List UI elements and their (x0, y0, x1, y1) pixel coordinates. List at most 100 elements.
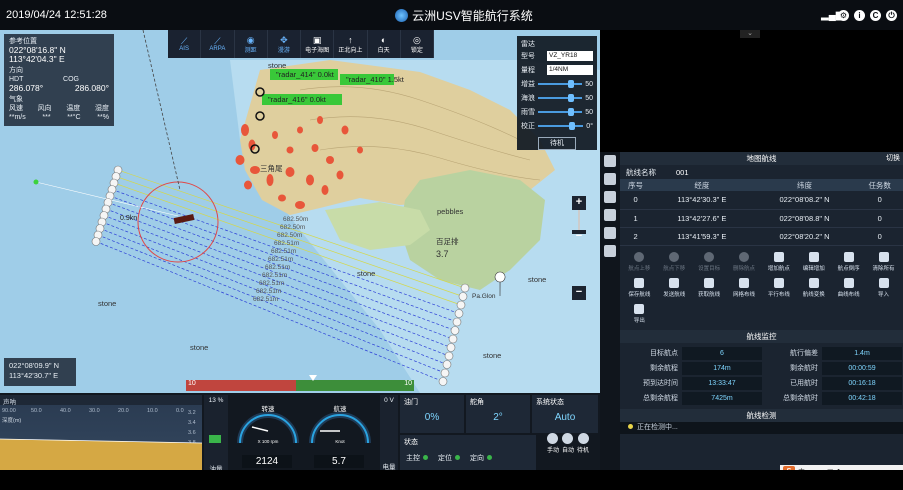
state-list: 主控 定位 定向 (400, 449, 536, 467)
toolbar-ranging-button[interactable]: ◉ 测距 (235, 30, 268, 58)
toggle-button[interactable]: 切换 (886, 152, 900, 165)
column-header: 纬度 (752, 179, 857, 191)
route-action-button[interactable]: 获取航线 (692, 276, 727, 300)
monitor-value: 7425m (682, 391, 762, 405)
slider-track[interactable] (538, 108, 583, 116)
route-icon[interactable] (604, 173, 616, 185)
toolbar-day-mode-button[interactable]: ◐ 白天 (368, 30, 401, 58)
table-row[interactable]: 2 113°41'59.3" E 022°08'20.2" N0 (620, 227, 903, 246)
zoom-out-button[interactable]: − (572, 286, 586, 300)
slider-handle[interactable] (569, 122, 576, 130)
radar-panel: 雷达 型号 VZ_YR18 量程 1/4NM 增益 50 海浪 50 雨雪 50 校正 0° 待机 (517, 36, 597, 150)
segment-distance: 682.51m (271, 248, 296, 255)
action-icon (878, 251, 889, 262)
action-icon (808, 251, 819, 262)
seabed-profile (0, 439, 202, 470)
route-action-button: 航点下移 (657, 250, 692, 274)
standby-button[interactable]: 待机 (538, 137, 576, 150)
slider-track[interactable] (538, 122, 584, 130)
route-name-value[interactable]: 001 (676, 168, 689, 177)
slider-track[interactable] (538, 94, 583, 102)
info-icon[interactable]: i (854, 9, 865, 21)
table-row[interactable]: 0 113°42'30.3" E 022°08'08.2" N0 (620, 191, 903, 210)
slider-handle[interactable] (568, 108, 575, 116)
rpm-gauge: 转速 X 100 rpm 2124 (230, 395, 306, 470)
system-value: Auto (554, 412, 576, 423)
route-action-button[interactable]: 保存航线 (622, 276, 657, 300)
auto-mode-button[interactable]: 自动 (562, 433, 574, 469)
toolbar-label: ARPA (209, 46, 226, 52)
radar-echo (241, 124, 249, 136)
waypoint-marker (448, 334, 458, 344)
radar-echo (321, 185, 329, 195)
route-action-button: 设置目标 (692, 250, 727, 274)
toolbar-pan-button[interactable]: ✥ 漫游 (268, 30, 301, 58)
route-action-button[interactable]: 平行布线 (762, 276, 797, 300)
chart-label: stone (98, 299, 116, 308)
chart-label: 三角尾 (260, 163, 283, 173)
slider-label: 海浪 (521, 95, 535, 102)
route-action-button[interactable]: 曲线布线 (831, 276, 866, 300)
table-row[interactable]: 1 113°42'27.6" E 022°08'08.8" N0 (620, 209, 903, 228)
camera-icon[interactable] (604, 209, 616, 221)
action-icon (634, 251, 645, 262)
route-action-button[interactable]: 网格布线 (727, 276, 762, 300)
zoom-track[interactable] (572, 210, 586, 230)
boat-speed: 0.9kn (120, 215, 137, 222)
chart-label: stone (528, 275, 546, 284)
speed-title: 航速 (334, 404, 348, 413)
route-panel-title: 地图航线 (746, 154, 777, 163)
route-action-button[interactable]: 航线变换 (796, 276, 831, 300)
route-action-button[interactable]: 导入 (866, 276, 901, 300)
action-icon (843, 277, 854, 288)
sonar-range-tick: 30.0 (89, 408, 100, 414)
target-label: "radar_414" 0.0kt (276, 70, 335, 79)
sonar-range-tick: 40.0 (60, 408, 71, 414)
route-action-button[interactable]: 清除所有 (866, 250, 901, 274)
edit-icon[interactable] (604, 155, 616, 167)
slider-handle[interactable] (568, 94, 575, 102)
copyright-icon[interactable]: C (870, 9, 881, 21)
toolbar-arpa-button[interactable]: ⟋ ARPA (201, 30, 235, 58)
nautical-chart[interactable]: "radar_414" 0.0kt "radar_410" 1.5kt "rad… (0, 30, 600, 393)
monitor-grid: 目标航点 6 航行偏差 1.4m 剩余航程 174m 剩余航时 00:00:59 预到达时间 13… (620, 343, 903, 409)
layers-icon[interactable] (604, 191, 616, 203)
power-icon[interactable]: ⏻ (886, 9, 897, 21)
toolbar-chart-button[interactable]: ▣ 电子海图 (301, 30, 335, 58)
action-icon (634, 277, 645, 288)
toolbar-ais-button[interactable]: ⟋ AIS (168, 30, 202, 58)
manual-mode-button[interactable]: 手动 (547, 433, 559, 469)
slider-track[interactable] (538, 80, 583, 88)
target-icon[interactable] (604, 227, 616, 239)
slider-handle[interactable] (568, 80, 575, 88)
rpm-title: 转速 (262, 404, 276, 413)
route-action-button[interactable]: 增加航点 (762, 250, 797, 274)
system-label: 系统状态 (536, 399, 564, 406)
zoom-in-button[interactable]: + (572, 196, 586, 210)
monitor-key: 总剩余航程 (643, 394, 678, 402)
range-select[interactable]: 1/4NM (547, 65, 593, 75)
list-icon[interactable] (604, 245, 616, 257)
dashboard: 声呐 3.23.43.63.84.04.290.0050.040.030.020… (0, 393, 600, 473)
route-action-button[interactable]: 发送航线 (657, 276, 692, 300)
action-icon (739, 277, 750, 288)
expand-chevron-icon[interactable]: ⌄ (740, 30, 760, 38)
route-action-button[interactable]: 导出 (622, 302, 657, 326)
segment-distance: 682.51m (253, 296, 278, 303)
standby-mode-button[interactable]: 待机 (577, 433, 589, 469)
monitor-value: 174m (682, 361, 762, 375)
chart-label: 百足排 (436, 236, 459, 246)
toolbar-north-up-button[interactable]: ↑ 正北向上 (334, 30, 368, 58)
toolbar-label: 电子海图 (305, 47, 330, 54)
monitor-value: 13:33:47 (682, 376, 762, 390)
action-label: 航点下移 (663, 265, 686, 272)
action-icon (808, 277, 819, 288)
top-bar: 2019/04/24 12:51:28 云洲USV智能航行系统 ▂▄▆ ⚙ i … (0, 0, 903, 30)
monitor-key: 总剩余航时 (783, 394, 818, 402)
toolbar-lock-button[interactable]: ◎ 锁定 (401, 30, 434, 58)
route-action-button[interactable]: 编辑增加 (796, 250, 831, 274)
route-action-button[interactable]: 航点倒序 (831, 250, 866, 274)
table-cell: 0 (856, 209, 903, 228)
settings-icon[interactable]: ⚙ (838, 9, 849, 21)
model-select[interactable]: VZ_YR18 (547, 51, 593, 61)
